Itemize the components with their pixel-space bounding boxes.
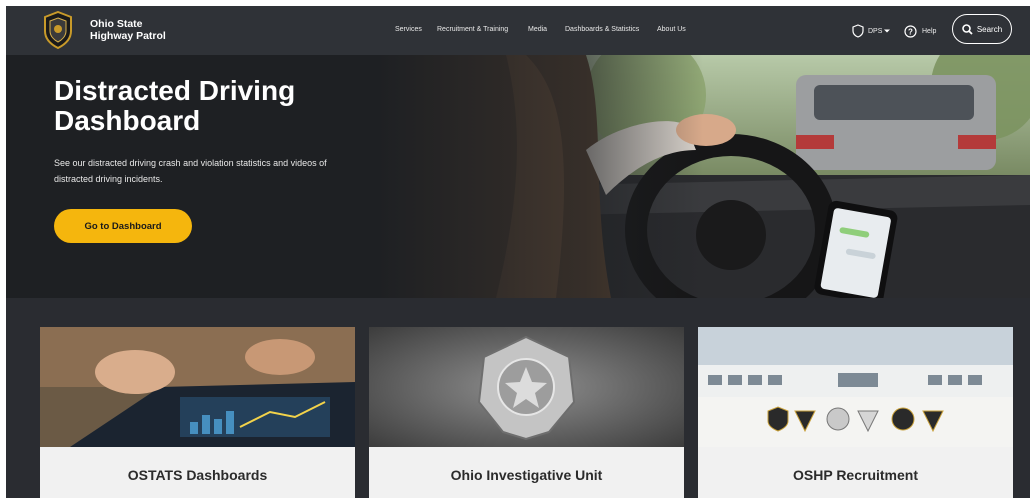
svg-text:?: ?	[908, 27, 913, 36]
feature-cards: OSTATS Dashboards Ohio Investigative Uni…	[6, 298, 1030, 498]
nav-about-us[interactable]: About Us	[657, 26, 686, 33]
search-label: Search	[976, 24, 1003, 34]
card-title: OSHP Recruitment	[793, 467, 918, 483]
card-ostats-dashboards[interactable]: OSTATS Dashboards	[40, 327, 355, 498]
help-label: Help	[922, 27, 937, 35]
dps-label: DPS	[868, 27, 883, 35]
dps-menu[interactable]: DPS	[852, 19, 891, 43]
card-text-placeholder	[60, 489, 335, 495]
shield-outline-icon	[852, 24, 864, 38]
nav-dashboards-statistics[interactable]: Dashboards & Statistics	[565, 26, 639, 33]
card-image-tablet-analytics	[40, 327, 355, 447]
page: Ohio State Highway Patrol Services Recru…	[6, 6, 1030, 498]
hero-driver-phone-photo	[376, 55, 1030, 298]
hero-description: See our distracted driving crash and vio…	[54, 158, 327, 184]
search-button[interactable]: Search	[952, 14, 1012, 44]
search-icon	[962, 23, 973, 35]
caret-down-icon	[884, 29, 891, 33]
card-title: OSTATS Dashboards	[127, 467, 268, 483]
nav-media[interactable]: Media	[528, 26, 547, 33]
card-title: Ohio Investigative Unit	[450, 467, 603, 483]
card-image-oiu-badge	[369, 327, 684, 447]
hero-banner: Distracted Driving Dashboard See our dis…	[6, 55, 1030, 298]
hero-title: Distracted Driving Dashboard	[54, 75, 296, 136]
card-image-academy-building	[698, 327, 1013, 447]
nav-services[interactable]: Services	[395, 26, 422, 33]
card-text-placeholder	[718, 489, 993, 495]
help-link[interactable]: ? Help	[904, 19, 936, 43]
nav-recruitment-training[interactable]: Recruitment & Training	[437, 26, 508, 33]
card-ohio-investigative-unit[interactable]: Ohio Investigative Unit	[369, 327, 684, 498]
card-oshp-recruitment[interactable]: OSHP Recruitment	[698, 327, 1013, 498]
go-to-dashboard-button[interactable]: Go to Dashboard	[54, 209, 192, 243]
site-header: Ohio State Highway Patrol Services Recru…	[6, 6, 1030, 55]
card-text-placeholder	[389, 489, 664, 495]
help-circle-icon: ?	[904, 24, 917, 38]
